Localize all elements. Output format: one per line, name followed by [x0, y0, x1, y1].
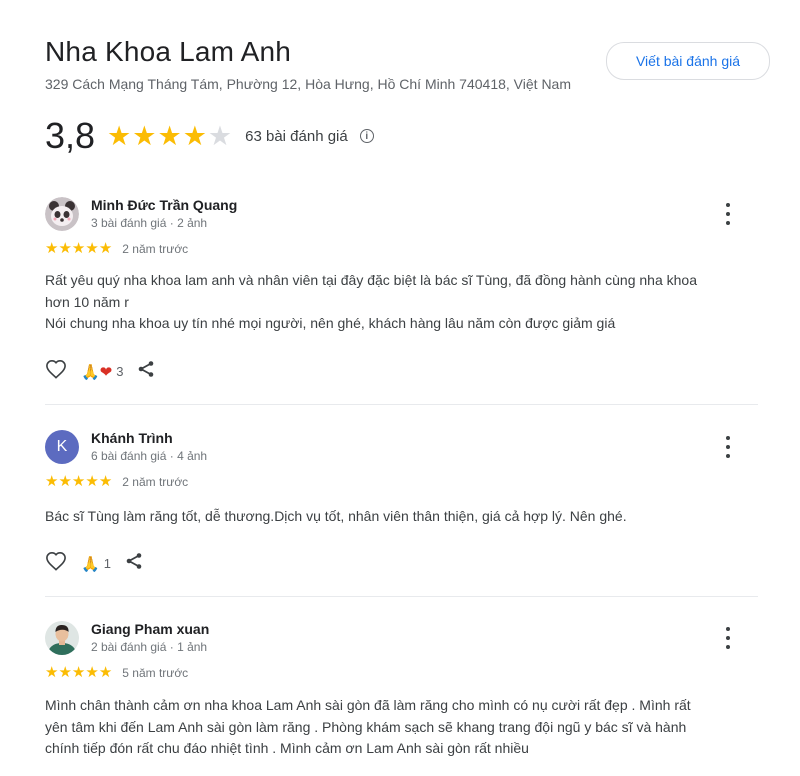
person-avatar[interactable]	[45, 621, 79, 655]
more-options-icon[interactable]	[718, 436, 738, 458]
star-icon: ★	[132, 120, 157, 151]
review-text-line: yên tâm khi đến Lam Anh sài gòn làm răng…	[45, 718, 687, 735]
star-icon: ★	[98, 473, 113, 490]
review-card: K Khánh Trình 6 bài đánh giá · 4 ảnh ★ ★ ★…	[45, 430, 758, 590]
review-card: Minh Đức Trần Quang 3 bài đánh giá · 2 ả…	[45, 197, 758, 397]
reaction-count: 1	[103, 556, 111, 571]
rating-summary: 3,8 ★ ★ ★ ★ ★ 63 bài đánh giá i	[45, 114, 374, 158]
star-icon: ★	[45, 664, 59, 681]
review-actions: 🙏 1	[45, 551, 143, 576]
review-stars: ★ ★ ★ ★ ★ 5 năm trước	[45, 665, 188, 680]
star-icon: ★	[71, 240, 86, 257]
star-icon: ★	[98, 664, 113, 681]
reviewer-name[interactable]: Minh Đức Trần Quang	[91, 197, 237, 213]
share-icon[interactable]	[137, 360, 155, 383]
review-text-line: hơn 10 năm r	[45, 293, 129, 310]
share-icon[interactable]	[125, 552, 143, 575]
star-empty-icon: ★	[207, 120, 233, 151]
star-icon: ★	[45, 473, 59, 490]
review-text: Rất yêu quý nha khoa lam anh và nhân viê…	[45, 270, 755, 335]
star-icon: ★	[85, 240, 99, 257]
review-stars: ★ ★ ★ ★ ★ 2 năm trước	[45, 241, 188, 256]
reviewer-meta: 2 bài đánh giá · 1 ảnh	[91, 640, 208, 654]
star-icon: ★	[157, 120, 182, 151]
panda-avatar[interactable]	[45, 197, 79, 231]
reviewer-meta: 6 bài đánh giá · 4 ảnh	[91, 449, 208, 463]
star-icon: ★	[71, 664, 86, 681]
star-icon: ★	[71, 473, 86, 490]
like-heart-icon[interactable]	[45, 551, 67, 576]
reaction-emoji: 🙏	[81, 554, 100, 573]
star-icon: ★	[85, 473, 99, 490]
review-time: 2 năm trước	[122, 474, 189, 489]
review-count[interactable]: 63 bài đánh giá	[245, 128, 348, 145]
rating-stars: ★ ★ ★ ★ ★	[107, 120, 233, 151]
like-heart-icon[interactable]	[45, 359, 67, 384]
review-text-line: Rất yêu quý nha khoa lam anh và nhân viê…	[45, 272, 697, 288]
reactions[interactable]: 🙏 1	[81, 555, 111, 573]
review-stars: ★ ★ ★ ★ ★ 2 năm trước	[45, 474, 188, 489]
reviewer-name[interactable]: Khánh Trình	[91, 430, 173, 446]
star-icon: ★	[85, 664, 99, 681]
star-icon: ★	[58, 664, 72, 681]
place-address: 329 Cách Mạng Tháng Tám, Phường 12, Hòa …	[45, 76, 571, 92]
review-actions: 🙏❤ 3	[45, 359, 155, 384]
review-text: Bác sĩ Tùng làm răng tốt, dễ thương.Dịch…	[45, 506, 755, 528]
reaction-count: 3	[116, 364, 124, 379]
letter-avatar[interactable]: K	[45, 430, 79, 464]
star-icon: ★	[58, 473, 72, 490]
divider	[45, 596, 758, 597]
divider	[45, 404, 758, 405]
review-time: 5 năm trước	[122, 665, 189, 680]
review-card: Giang Pham xuan 2 bài đánh giá · 1 ảnh ★…	[45, 621, 758, 771]
reaction-emoji: 🙏❤	[81, 362, 113, 381]
review-text-line: chính tiếp đón rất chu đáo nhiệt tình . …	[45, 740, 529, 756]
review-text-line: Mình chân thành cảm ơn nha khoa Lam Anh …	[45, 697, 691, 713]
star-icon: ★	[107, 120, 132, 151]
write-review-button[interactable]: Viết bài đánh giá	[606, 42, 770, 80]
star-icon: ★	[182, 120, 207, 151]
star-icon: ★	[58, 240, 72, 257]
info-icon[interactable]: i	[359, 129, 374, 143]
star-icon: ★	[45, 240, 59, 257]
review-text: Mình chân thành cảm ơn nha khoa Lam Anh …	[45, 695, 755, 760]
review-time: 2 năm trước	[122, 241, 189, 256]
rating-value: 3,8	[45, 115, 96, 156]
reviewer-name[interactable]: Giang Pham xuan	[91, 621, 209, 637]
more-options-icon[interactable]	[718, 627, 738, 649]
reactions[interactable]: 🙏❤ 3	[81, 363, 123, 381]
reviewer-meta: 3 bài đánh giá · 2 ảnh	[91, 216, 208, 230]
more-options-icon[interactable]	[718, 203, 738, 225]
star-icon: ★	[98, 240, 113, 257]
review-text-line: Nói chung nha khoa uy tín nhé mọi người,…	[45, 315, 616, 331]
review-text-line: Bác sĩ Tùng làm răng tốt, dễ thương.Dịch…	[45, 508, 627, 524]
